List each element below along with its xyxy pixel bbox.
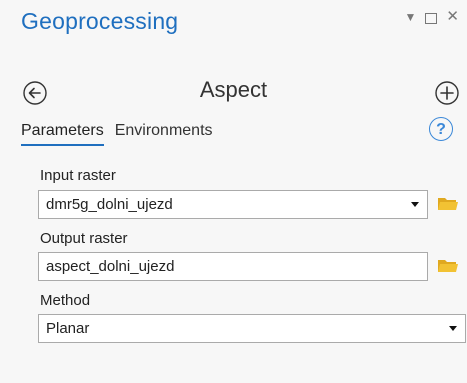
plus-circle-icon[interactable] <box>434 80 460 106</box>
input-raster-label: Input raster <box>40 167 116 184</box>
open-folder-icon[interactable] <box>437 257 459 274</box>
output-raster-value: aspect_dolni_ujezd <box>46 258 175 275</box>
input-raster-field[interactable]: dmr5g_dolni_ujezd <box>38 190 428 219</box>
chevron-down-icon[interactable] <box>411 202 419 207</box>
method-select[interactable]: Planar <box>38 314 466 343</box>
tool-name: Aspect <box>199 77 268 102</box>
window-controls: ▼ ✕ <box>405 8 459 26</box>
output-raster-field[interactable]: aspect_dolni_ujezd <box>38 252 428 281</box>
help-icon[interactable]: ? <box>429 117 453 141</box>
output-raster-label: Output raster <box>40 230 128 247</box>
open-folder-icon[interactable] <box>437 195 459 212</box>
input-raster-value: dmr5g_dolni_ujezd <box>46 196 173 213</box>
tab-parameters[interactable]: Parameters <box>21 122 104 146</box>
tab-bar: Parameters Environments <box>21 122 213 146</box>
restore-window-icon[interactable] <box>425 12 438 24</box>
pane-title: Geoprocessing <box>21 8 179 34</box>
chevron-down-icon[interactable] <box>449 326 457 331</box>
method-value: Planar <box>46 320 90 337</box>
tool-header: Aspect <box>0 77 467 127</box>
close-icon[interactable]: ✕ <box>446 8 459 26</box>
method-label: Method <box>40 292 91 309</box>
tab-environments[interactable]: Environments <box>115 122 213 146</box>
menu-down-icon[interactable]: ▼ <box>405 8 417 26</box>
